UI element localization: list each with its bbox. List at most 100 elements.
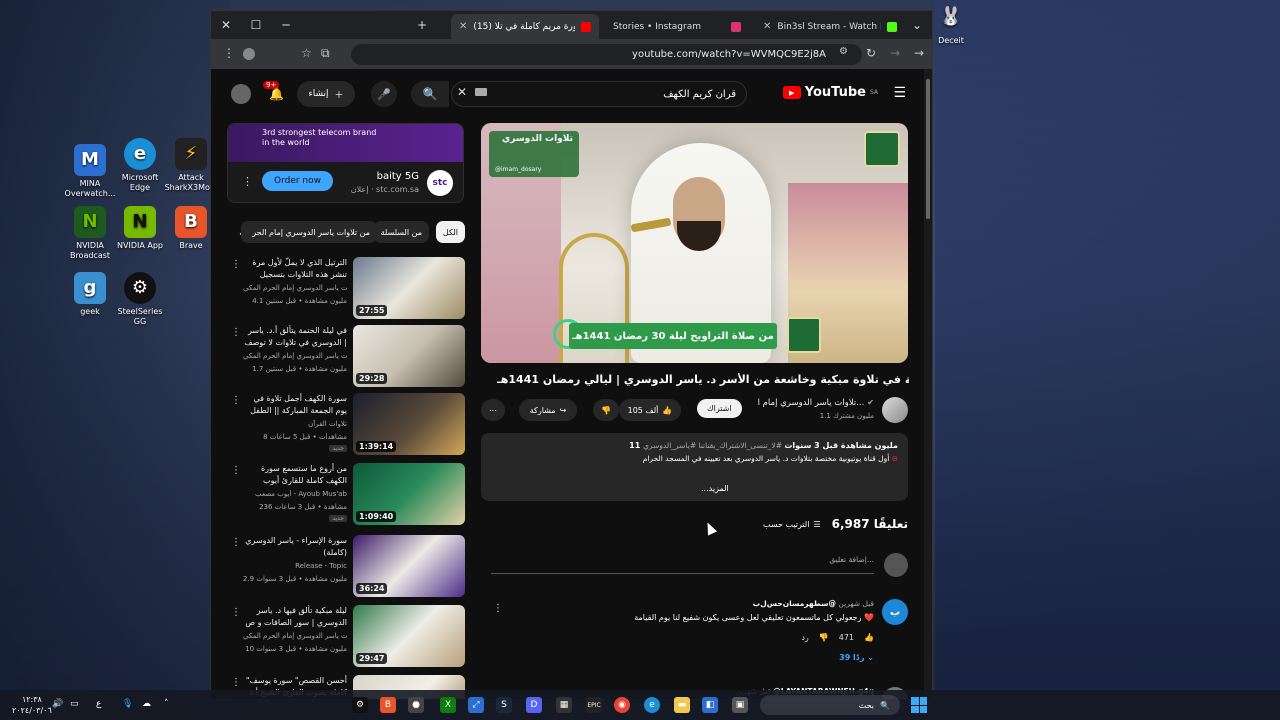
new-tab-button[interactable]: + — [407, 11, 437, 39]
recommended-video[interactable]: ⋮ ليلة مبكية تألق فيها د. ياسر الدوسري |… — [227, 605, 465, 667]
ad-banner[interactable]: 3rd strongest telecom brand in the world — [228, 124, 463, 162]
recommended-video[interactable]: ⋮ من أروع ما ستسمع سورة الكهف كاملة للقا… — [227, 463, 465, 525]
sort-button[interactable]: الترتيب حسب ☰ — [763, 520, 821, 529]
app-taskbar-icon[interactable]: ⤢ — [468, 697, 484, 713]
hamburger-menu-icon[interactable]: ☰ — [893, 85, 906, 101]
tab-instagram[interactable]: Stories • Instagram — [605, 14, 749, 39]
page-scrollbar[interactable] — [924, 69, 932, 699]
close-tab-icon[interactable]: ✕ — [763, 21, 771, 32]
volume-icon[interactable]: 🔊 — [52, 699, 63, 709]
desc-more-link[interactable]: ...المزيد — [701, 482, 729, 495]
chip-from-series[interactable]: من السلسلة — [373, 221, 429, 243]
rec-thumbnail[interactable]: 1:09:40 — [353, 463, 465, 525]
store-taskbar-icon[interactable]: ◧ — [702, 697, 718, 713]
windows-start-icon[interactable] — [911, 697, 927, 713]
desc-hashtags[interactable]: #لا_تنسى_الاشتراك_بقناتنا #ياسر_الدوسري — [643, 441, 782, 450]
obs-taskbar-icon[interactable]: ● — [408, 697, 424, 713]
desktop-icon-edge[interactable]: e Microsoft Edge — [112, 138, 168, 193]
ad-menu-icon[interactable]: ⋮ — [242, 175, 253, 188]
comment-author[interactable]: قبل شهرين @سطهرمسان‌حس‌ل‌ب — [753, 599, 874, 608]
video-menu-icon[interactable]: ⋮ — [231, 537, 241, 548]
desktop-icon-nvidia-broadcast[interactable]: N NVIDIA Broadcast — [62, 206, 118, 261]
recommended-video[interactable]: ⋮ سورة الكهف أجمل تلاوة في يوم الجمعة ال… — [227, 393, 465, 455]
calculator-taskbar-icon[interactable]: ▦ — [556, 697, 572, 713]
recommended-video[interactable]: ⋮ سورة الإسراء - ياسر الدوسري (كاملة) Re… — [227, 535, 465, 597]
desktop-icon-deceit[interactable]: 🐰 Deceit — [936, 6, 966, 45]
rec-thumbnail[interactable]: 36:24 — [353, 535, 465, 597]
rec-thumbnail[interactable]: 29:47 — [353, 605, 465, 667]
steelseries-taskbar-icon[interactable]: ⚙ — [352, 697, 368, 713]
sponsored-ad[interactable]: 3rd strongest telecom brand in the world… — [227, 123, 464, 203]
desktop-icon-geek[interactable]: g geek — [62, 272, 118, 317]
recommended-video[interactable]: ⋮ الترتيل الذي لا يملّ لأول مرة تنشر هذه… — [227, 257, 465, 319]
video-player[interactable]: تلاوات الدوسري @imam_dosary من صلاة التر… — [481, 123, 908, 363]
url-field[interactable]: youtube.com/watch?v=WVMQC9E2j8A — [351, 44, 862, 65]
minimize-window-button[interactable]: ─ — [271, 11, 301, 39]
add-comment-input[interactable]: إضافة تعليق... — [829, 555, 874, 564]
video-menu-icon[interactable]: ⋮ — [231, 465, 241, 476]
desktop-icon-mina[interactable]: M MINA Overwatch... — [62, 144, 118, 199]
rec-thumbnail[interactable]: 1:39:14 — [353, 393, 465, 455]
mic-tray-icon[interactable]: 🎙 — [122, 699, 133, 709]
search-button[interactable]: 🔍 — [411, 81, 449, 107]
xbox-taskbar-icon[interactable]: X — [440, 697, 456, 713]
video-menu-icon[interactable]: ⋮ — [231, 607, 241, 618]
steam-taskbar-icon[interactable]: S — [496, 697, 512, 713]
comment-avatar[interactable]: ب — [882, 599, 908, 625]
clear-search-icon[interactable]: ✕ — [457, 85, 467, 99]
desktop-icon-nvidia-app[interactable]: N NVIDIA App — [112, 206, 168, 251]
chip-all[interactable]: الكل — [435, 221, 465, 243]
rec-thumbnail[interactable]: 27:55 — [353, 257, 465, 319]
channel-name[interactable]: تلاوات ياسر الدوسري إمام ا... ✔ — [758, 398, 874, 408]
language-indicator[interactable]: ع — [96, 699, 101, 709]
like-button[interactable]: 105 ألف 👍 — [619, 399, 681, 421]
channel-avatar[interactable] — [882, 397, 908, 423]
dislike-button[interactable]: 👎 — [593, 399, 619, 421]
profile-icon[interactable] — [243, 48, 255, 60]
file-explorer-taskbar-icon[interactable]: ▬ — [674, 697, 690, 713]
more-menu-icon[interactable]: ⋮ — [223, 46, 235, 60]
tray-chevron-icon[interactable]: ˄ — [164, 699, 169, 709]
recommended-video[interactable]: ⋮ في ليلة الختمة يتألق أ.د. ياسر الدوسري… — [227, 325, 465, 387]
ad-order-button[interactable]: Order now — [262, 171, 334, 191]
chip-from-channel[interactable]: من تلاوات ياسر الدوسري إمام الحر — [241, 221, 377, 243]
close-tab-icon[interactable]: ✕ — [459, 21, 467, 32]
replies-toggle[interactable]: 39 ردًا ⌄ — [839, 653, 874, 662]
rec-thumbnail[interactable]: 29:28 — [353, 325, 465, 387]
reload-icon[interactable]: ↻ — [866, 46, 876, 60]
taskbar-search[interactable]: بحث 🔍 — [760, 695, 900, 715]
site-settings-icon[interactable]: ⚙ — [839, 46, 848, 57]
network-icon[interactable]: ▭ — [70, 699, 79, 709]
description-box[interactable]: 11 مليون مشاهدة قبل 3 سنوات #لا_تنسى_الا… — [481, 433, 908, 501]
keyboard-icon[interactable] — [475, 88, 487, 96]
create-button[interactable]: إنشاء ＋ — [297, 81, 355, 107]
subscribe-button[interactable]: اشتراك — [697, 399, 742, 418]
bell-icon[interactable]: 🔔 — [269, 87, 284, 101]
close-window-button[interactable]: ✕ — [211, 11, 241, 39]
tab-kick[interactable]: ✕ Bin3sl Stream - Watch Live on — [755, 14, 905, 39]
cloud-icon[interactable]: ☁ — [142, 699, 151, 709]
share-button[interactable]: مشاركة ↪ — [519, 399, 577, 421]
maximize-window-button[interactable]: ☐ — [241, 11, 271, 39]
share-page-icon[interactable]: ⧉ — [321, 46, 330, 61]
chrome-taskbar-icon[interactable]: ◉ — [614, 697, 630, 713]
discord-taskbar-icon[interactable]: D — [526, 697, 542, 713]
youtube-logo[interactable]: ▶ YouTube SA — [782, 85, 878, 100]
reply-button[interactable]: رد — [801, 633, 808, 642]
epic-taskbar-icon[interactable]: EPIC — [586, 697, 602, 713]
more-actions-button[interactable]: ⋯ — [481, 399, 505, 421]
account-avatar[interactable] — [231, 84, 251, 104]
search-input[interactable]: قران كريم الكهف — [451, 81, 747, 107]
comment-like-icon[interactable]: 👍 — [864, 633, 874, 642]
brave-taskbar-icon[interactable]: B — [380, 697, 396, 713]
video-menu-icon[interactable]: ⋮ — [231, 259, 241, 270]
video-menu-icon[interactable]: ⋮ — [231, 677, 241, 688]
comment-menu-icon[interactable]: ⋮ — [493, 603, 503, 614]
tab-search-chevron-icon[interactable]: ⌄ — [902, 11, 932, 39]
back-arrow-icon[interactable]: → — [914, 46, 924, 60]
forward-arrow-icon[interactable]: → — [890, 46, 900, 60]
app-taskbar-icon-2[interactable]: ▣ — [732, 697, 748, 713]
comment-dislike-icon[interactable]: 👎 — [819, 633, 829, 642]
edge-taskbar-icon[interactable]: e — [644, 697, 660, 713]
video-menu-icon[interactable]: ⋮ — [231, 327, 241, 338]
